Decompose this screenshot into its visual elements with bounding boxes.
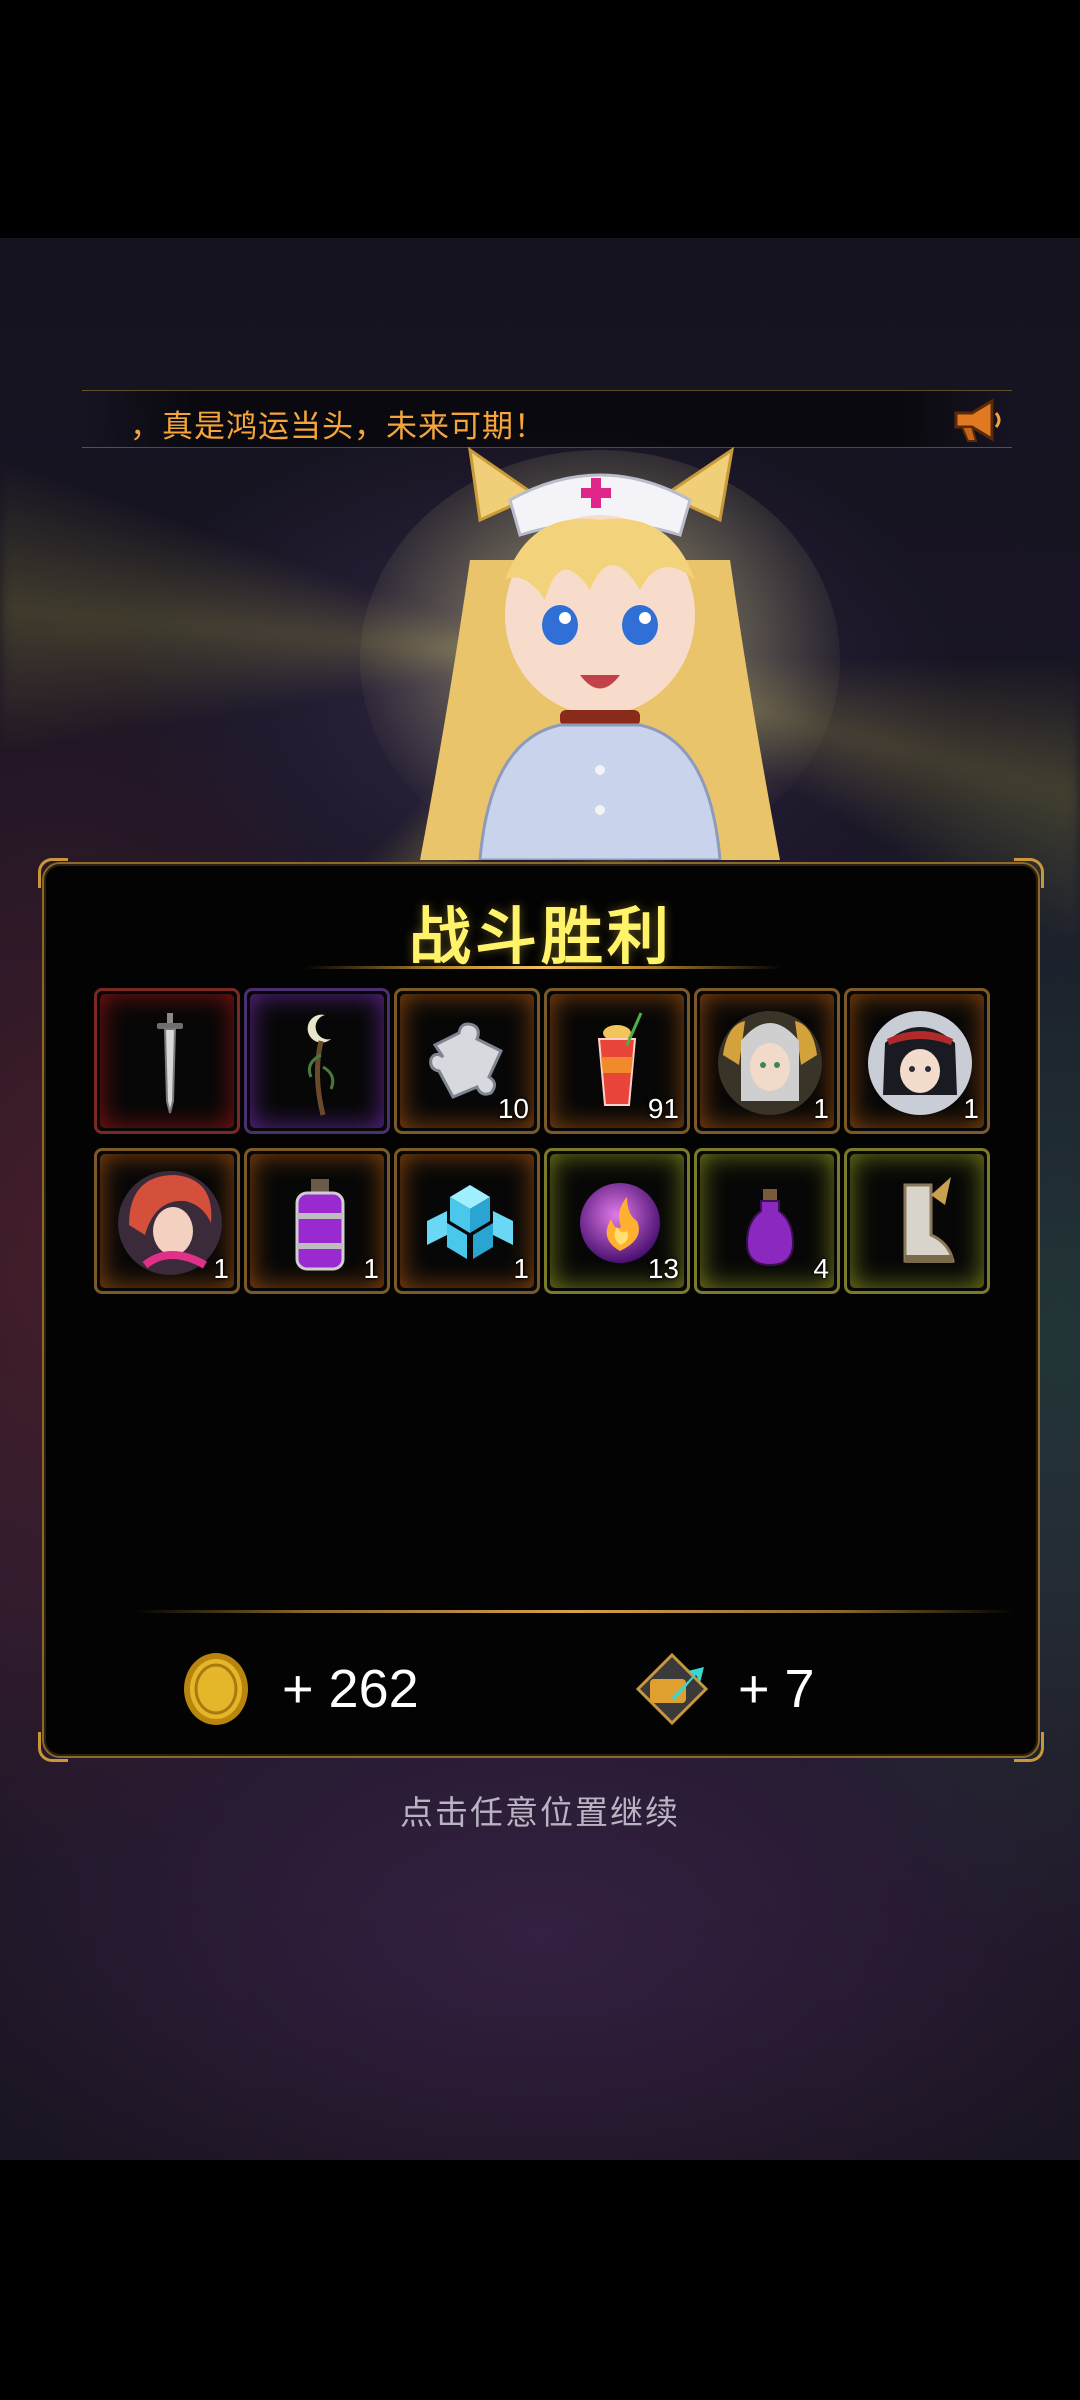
item-count: 1 [363,1253,379,1284]
ice-cubes-icon [427,1185,513,1259]
item-count: 13 [647,1253,679,1284]
item-count: 1 [963,1093,979,1124]
tap-to-continue-hint[interactable]: 点击任意位置继续 [0,1786,1080,1834]
megaphone-icon[interactable] [948,393,1004,447]
item-slot-dagger[interactable] [94,988,240,1134]
item-slot-winged-boots[interactable] [844,1148,990,1294]
winged-boots-icon [903,1177,955,1263]
moon-staff-icon [307,1014,335,1116]
battle-result-panel: 战斗胜利 10 91 1 1 1 1 1 13 4 + 262 + 7 [38,858,1044,1762]
item-count: 91 [647,1093,679,1124]
dagger-icon [157,1013,183,1114]
silver-haired-hero-portrait-icon [718,1011,822,1115]
panel-corner-ornament [1014,1732,1044,1762]
gold-reward: + 262 [178,1644,419,1734]
item-count: 4 [813,1253,829,1284]
exp-arrow-icon [635,1652,709,1726]
gold-coin-icon [184,1653,248,1725]
item-count: 10 [497,1093,529,1124]
item-slot-ice-cubes[interactable]: 1 [394,1148,540,1294]
item-slot-moon-staff[interactable] [244,988,390,1134]
item-count: 1 [513,1253,529,1284]
rewards-divider [134,1610,1014,1613]
item-slot-cocktail-drink[interactable]: 91 [544,988,690,1134]
item-slot-puzzle-piece[interactable]: 10 [394,988,540,1134]
panel-corner-ornament [38,1732,68,1762]
item-slot-dark-haired-hero[interactable]: 1 [844,988,990,1134]
item-slot-purple-potion-small[interactable]: 4 [694,1148,840,1294]
item-slot-fire-orb[interactable]: 13 [544,1148,690,1294]
exp-amount: + 7 [738,1659,815,1719]
item-slot-red-haired-hero[interactable]: 1 [94,1148,240,1294]
panel-corner-ornament [1014,858,1044,888]
item-count: 1 [213,1253,229,1284]
item-count: 1 [813,1093,829,1124]
nurse-character-illustration [360,446,840,860]
victory-title: 战斗胜利 [408,903,673,972]
red-haired-hero-portrait-icon [118,1171,222,1275]
dark-haired-hero-portrait-icon [868,1011,972,1115]
exp-reward: + 7 [634,1644,815,1734]
letterbox-top [0,0,1080,238]
title-divider [304,966,782,969]
panel-corner-ornament [38,858,68,888]
item-slot-purple-potion-large[interactable]: 1 [244,1148,390,1294]
letterbox-bottom [0,2160,1080,2400]
purple-potion-large-icon [295,1179,345,1271]
purple-potion-small-icon [745,1189,795,1267]
gold-amount: + 262 [282,1659,419,1719]
item-slot-silver-haired-hero[interactable]: 1 [694,988,840,1134]
